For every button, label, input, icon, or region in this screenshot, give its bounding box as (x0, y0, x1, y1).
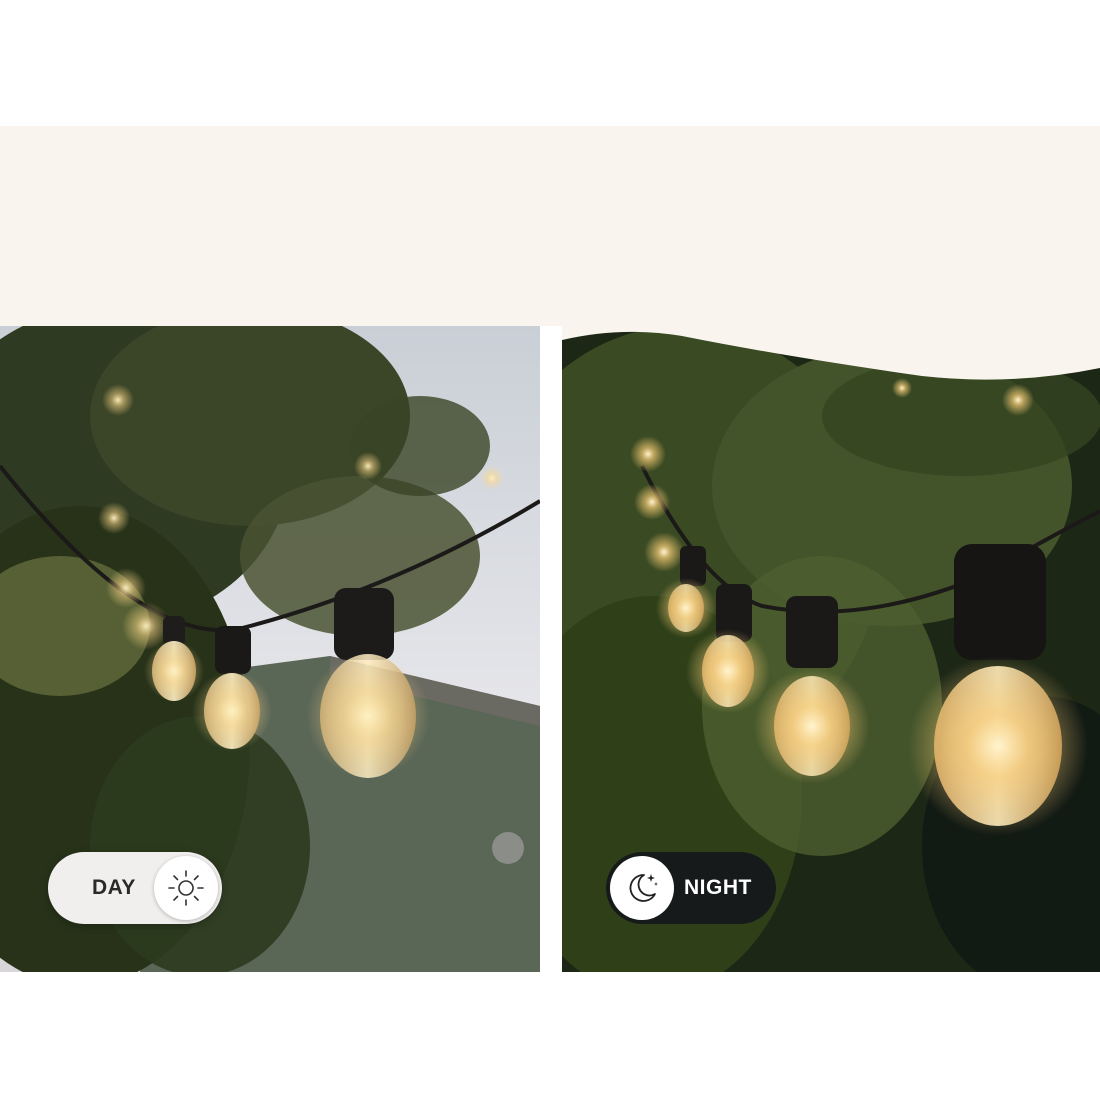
day-toggle-knob (154, 856, 218, 920)
top-cream-banner (0, 126, 1100, 326)
day-label: DAY (92, 876, 136, 899)
sun-icon (168, 870, 204, 906)
day-mode-toggle[interactable]: DAY (48, 852, 222, 924)
night-toggle-knob (610, 856, 674, 920)
night-label: NIGHT (684, 876, 752, 899)
night-mode-toggle[interactable]: NIGHT (606, 852, 776, 924)
moon-stars-icon (629, 874, 658, 902)
